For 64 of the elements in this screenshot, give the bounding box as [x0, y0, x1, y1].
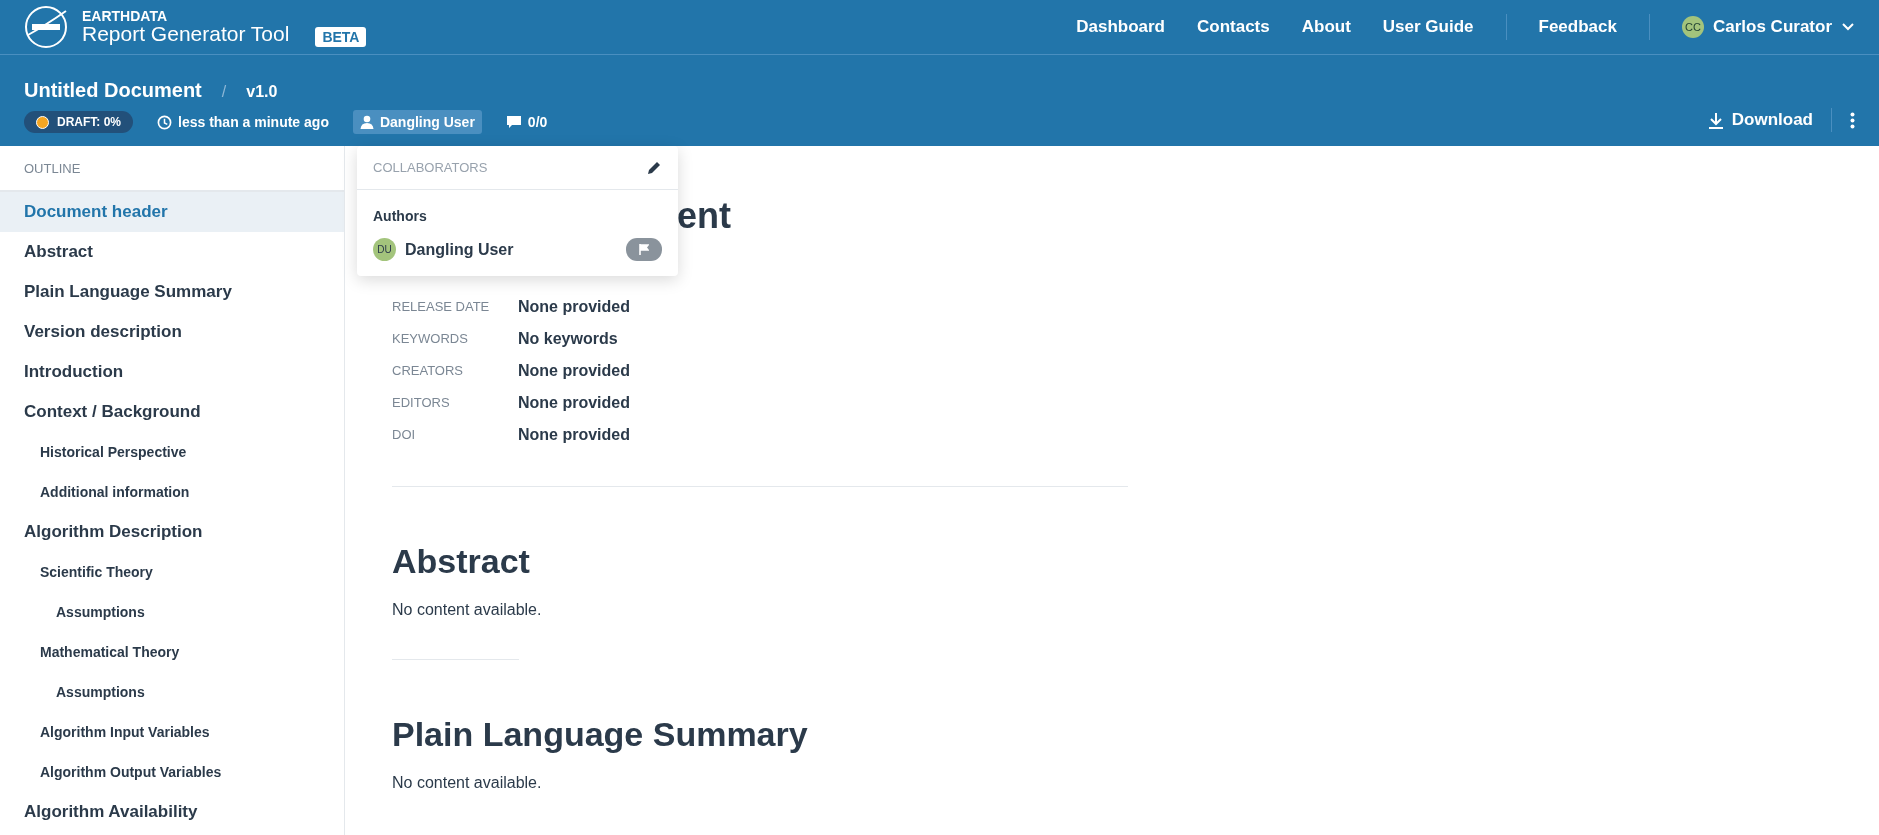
field-value: None provided: [518, 425, 631, 445]
field-label: EDITORS: [392, 394, 451, 412]
outline-item[interactable]: Version description: [0, 312, 344, 352]
comment-icon: [505, 115, 522, 129]
outline-item[interactable]: Algorithm Description: [0, 512, 344, 552]
popover-title: COLLABORATORS: [373, 160, 488, 175]
outline-item[interactable]: Algorithm Availability: [0, 792, 344, 832]
document-title: Untitled Document: [24, 79, 202, 102]
outline-item[interactable]: Context / Background: [0, 392, 344, 432]
more-options-icon[interactable]: [1850, 111, 1855, 129]
nav-link[interactable]: User Guide: [1382, 17, 1474, 37]
field-label: CREATORS: [392, 362, 465, 380]
field-label: DOI: [392, 426, 417, 444]
user-menu[interactable]: CC Carlos Curator: [1681, 16, 1855, 38]
section-heading: ent: [677, 194, 731, 238]
title-separator: /: [221, 83, 227, 101]
section-text: No content available.: [392, 774, 543, 792]
draft-status-badge: DRAFT: 0%: [24, 111, 133, 133]
collaborator-name: Dangling User: [405, 240, 514, 259]
section-text: No content available.: [392, 601, 543, 619]
download-button[interactable]: Download: [1707, 110, 1813, 130]
clock-icon: [157, 114, 172, 130]
outline-item[interactable]: Mathematical Theory: [0, 632, 344, 672]
outline-item[interactable]: Assumptions: [0, 592, 344, 632]
field-value: None provided: [518, 393, 631, 413]
field-value: None provided: [518, 361, 631, 381]
outline-item[interactable]: Document header: [0, 192, 344, 232]
outline-item[interactable]: Historical Perspective: [0, 432, 344, 472]
person-icon: [359, 115, 374, 129]
comment-count: 0/0: [527, 114, 548, 130]
outline-item[interactable]: Algorithm Input Variables: [0, 712, 344, 752]
app-title: Report Generator Tool: [82, 23, 290, 46]
pencil-icon[interactable]: [647, 160, 662, 175]
nasa-logo: [24, 5, 68, 49]
group-label: Authors: [372, 207, 428, 226]
user-avatar: DU: [373, 238, 396, 261]
version-label: v1.0: [246, 83, 278, 101]
beta-badge: BETA: [315, 27, 367, 47]
nav-link[interactable]: Contacts: [1197, 17, 1270, 37]
nav-link[interactable]: About: [1301, 17, 1351, 37]
user-avatar: CC: [1681, 16, 1704, 38]
outline-item[interactable]: Assumptions: [0, 672, 344, 712]
collaborator-button[interactable]: Dangling User: [352, 110, 482, 134]
outline-item[interactable]: Algorithm Output Variables: [0, 752, 344, 792]
section-heading: Plain Language Summary: [392, 714, 809, 754]
flag-button[interactable]: [626, 238, 662, 261]
updated-time: less than a minute ago: [178, 114, 329, 130]
outline-item[interactable]: Scientific Theory: [0, 552, 344, 592]
flag-icon: [639, 244, 649, 255]
brand-name: EARTHDATA: [82, 8, 169, 24]
field-label: KEYWORDS: [392, 330, 469, 348]
outline-item[interactable]: Introduction: [0, 352, 344, 392]
field-value: No keywords: [518, 329, 619, 349]
status-dot: [36, 115, 49, 129]
field-value: None provided: [518, 297, 631, 317]
chevron-down-icon: [1841, 22, 1855, 32]
download-icon: [1707, 111, 1724, 129]
outline-item[interactable]: Plain Language Summary: [0, 272, 344, 312]
outline-item[interactable]: Abstract: [0, 232, 344, 272]
nav-link[interactable]: Feedback: [1538, 17, 1617, 37]
field-label: RELEASE DATE: [392, 298, 491, 316]
section-heading: Abstract: [392, 541, 531, 581]
outline-item[interactable]: Additional information: [0, 472, 344, 512]
nav-link[interactable]: Dashboard: [1076, 17, 1165, 37]
